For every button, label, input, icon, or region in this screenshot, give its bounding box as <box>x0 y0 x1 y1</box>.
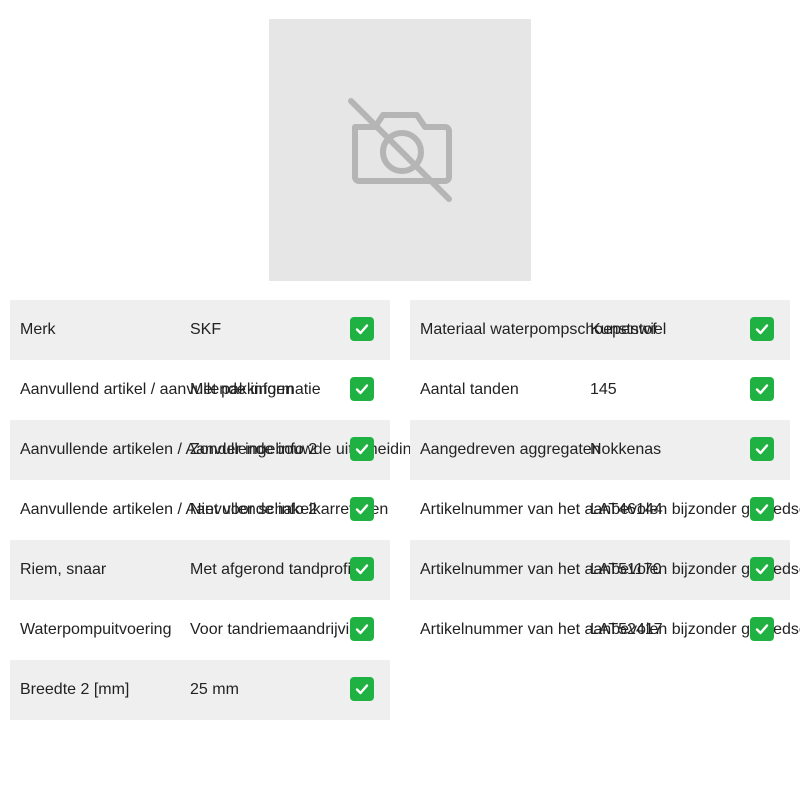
green-check-icon <box>750 437 774 461</box>
spec-row: Waterpompuitvoering Voor tandriemaandrij… <box>10 600 390 660</box>
spec-value: LAT51170 <box>590 561 662 578</box>
specs-column-left: Merk SKF Aanvullend artikel / aanvullend… <box>10 300 420 720</box>
spec-row: Aanvullende artikelen / Aanvullende info… <box>10 480 390 540</box>
spec-value: Zonder ingebouwde uitscheiding <box>190 441 421 458</box>
spec-value: Voor tandriemaandrijving <box>190 621 367 638</box>
green-check-icon <box>350 317 374 341</box>
spec-label: Waterpompuitvoering <box>20 621 172 638</box>
spec-row: Materiaal waterpompschoepenwiel Kunststo… <box>410 300 790 360</box>
product-image-placeholder <box>269 19 531 281</box>
spec-value: Kunststof <box>590 321 657 338</box>
spec-value: SKF <box>190 321 222 338</box>
spec-row: Artikelnummer van het aanbevolen bijzond… <box>410 480 800 540</box>
no-photo-camera-icon <box>348 98 452 202</box>
green-check-icon <box>350 497 374 521</box>
spec-label: Breedte 2 [mm] <box>20 681 130 698</box>
spec-row: Riem, snaar Met afgerond tandprofiel <box>10 540 390 600</box>
spec-row: Aanvullend artikel / aanvullende informa… <box>10 360 390 420</box>
green-check-icon <box>750 617 774 641</box>
green-check-icon <box>750 497 774 521</box>
green-check-icon <box>350 377 374 401</box>
spec-value: LAT52417 <box>590 621 663 638</box>
spec-row: Artikelnummer van het aanbevolen bijzond… <box>410 600 800 660</box>
specs-column-right: Materiaal waterpompschoepenwiel Kunststo… <box>410 300 800 660</box>
spec-value: LAT46144 <box>590 501 663 518</box>
green-check-icon <box>750 557 774 581</box>
spec-row: Aangedreven aggregaten Nokkenas <box>410 420 790 480</box>
spec-row: Aantal tanden 145 <box>410 360 790 420</box>
spec-label: Aangedreven aggregaten <box>420 441 601 458</box>
green-check-icon <box>750 317 774 341</box>
spec-value: 25 mm <box>190 681 239 698</box>
green-check-icon <box>350 557 374 581</box>
green-check-icon <box>350 437 374 461</box>
spec-row: Merk SKF <box>10 300 390 360</box>
spec-value: Met pakkingen <box>190 381 295 398</box>
green-check-icon <box>750 377 774 401</box>
spec-value: Met afgerond tandprofiel <box>190 561 364 578</box>
spec-label: Riem, snaar <box>20 561 107 578</box>
spec-label: Merk <box>20 321 56 338</box>
spec-row: Aanvullende artikelen / Aanvullende info… <box>10 420 420 480</box>
spec-row: Artikelnummer van het aanbevolen bijzond… <box>410 540 800 600</box>
spec-value: 145 <box>590 381 617 398</box>
spec-row: Breedte 2 [mm] 25 mm <box>10 660 390 720</box>
spec-value: Nokkenas <box>590 441 662 458</box>
green-check-icon <box>350 677 374 701</box>
spec-label: Aantal tanden <box>420 381 519 398</box>
green-check-icon <box>350 617 374 641</box>
